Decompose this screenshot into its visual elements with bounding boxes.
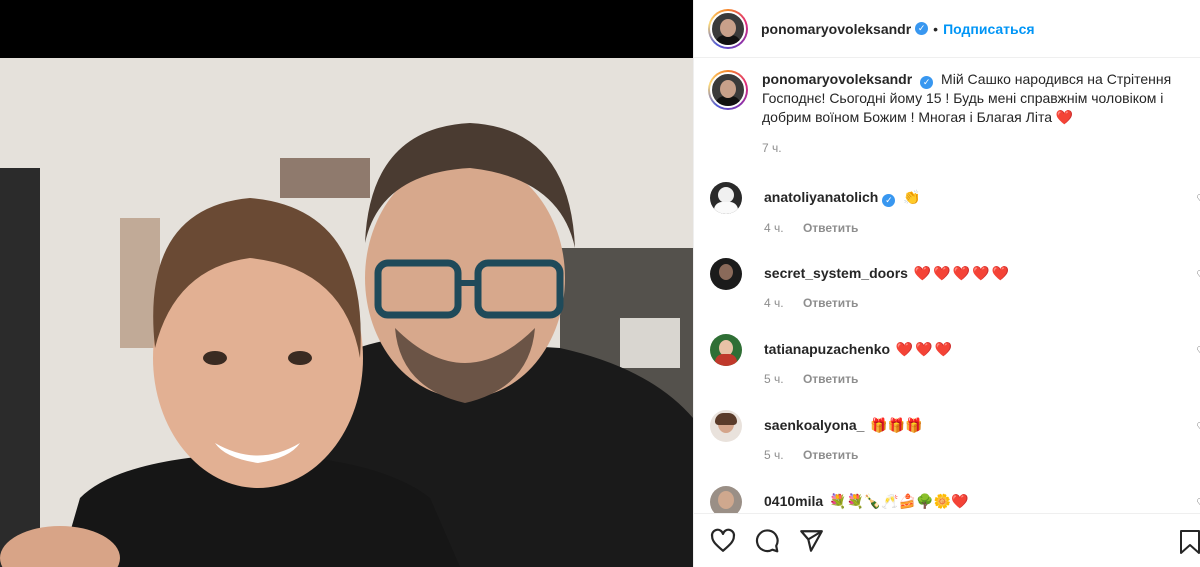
caption-time[interactable]: 7 ч. [762, 141, 782, 155]
post-details-panel: ponomaryovoleksandr ✓ • Подписаться pono… [693, 0, 1200, 567]
author-username[interactable]: ponomaryovoleksandr [761, 21, 911, 37]
comment-like-heart-icon[interactable]: ♡ [1196, 344, 1200, 358]
separator-dot: • [933, 20, 939, 37]
comment-like-heart-icon[interactable]: ♡ [1196, 192, 1200, 206]
comment-avatar[interactable] [710, 486, 742, 513]
comments-list[interactable]: ponomaryovoleksandr ✓ Мій Сашко народився… [694, 58, 1200, 513]
caption-heart-emoji: ❤️ [1055, 109, 1076, 125]
post-actions-bar [694, 513, 1200, 567]
comment-time[interactable]: 4 ч. [764, 296, 784, 310]
reply-button[interactable]: Ответить [803, 448, 858, 462]
comment-text: 👏 [903, 189, 921, 205]
comment-avatar[interactable] [710, 258, 742, 290]
comment-item: 0410mila 💐💐🍾🥂🍰🌳🌼❤️ ♡ [710, 486, 1200, 513]
caption-text: ponomaryovoleksandr ✓ Мій Сашко народився… [762, 70, 1192, 127]
comment-item: secret_system_doors ❤️❤️❤️❤️❤️ 4 ч. Отве… [710, 258, 1200, 310]
verified-badge-icon: ✓ [915, 22, 929, 35]
author-avatar[interactable] [708, 8, 748, 49]
post-header: ponomaryovoleksandr ✓ • Подписаться [694, 0, 1200, 58]
comment-text: ❤️❤️❤️❤️❤️ [913, 265, 1012, 281]
comment-username[interactable]: 0410mila [764, 493, 823, 509]
verified-badge-icon: ✓ [882, 194, 896, 207]
comment-time[interactable]: 5 ч. [764, 448, 784, 462]
heart-icon[interactable] [710, 528, 736, 554]
comment-item: tatianapuzachenko ❤️❤️❤️ 5 ч. Ответить ♡ [710, 334, 1200, 386]
reply-button[interactable]: Ответить [803, 221, 858, 235]
comment-avatar[interactable] [710, 182, 742, 214]
comment-like-heart-icon[interactable]: ♡ [1196, 420, 1200, 434]
comment-text: 🎁🎁🎁 [870, 417, 923, 433]
verified-badge-icon: ✓ [920, 76, 934, 89]
caption-author-avatar[interactable] [708, 70, 748, 110]
caption-username[interactable]: ponomaryovoleksandr [762, 71, 912, 87]
comment-like-heart-icon[interactable]: ♡ [1196, 268, 1200, 282]
comment-item: anatoliyanatolich ✓ 👏 4 ч. Ответить ♡ [710, 182, 1200, 235]
post-photo[interactable] [0, 58, 693, 567]
comment-time[interactable]: 5 ч. [764, 372, 784, 386]
post-media-panel [0, 0, 693, 567]
comment-time[interactable]: 4 ч. [764, 221, 784, 235]
comment-text: 💐💐🍾🥂🍰🌳🌼❤️ [829, 493, 969, 509]
comment-username[interactable]: saenkoalyona_ [764, 417, 864, 433]
share-icon[interactable] [798, 528, 824, 554]
comment-like-heart-icon[interactable]: ♡ [1196, 496, 1200, 510]
post-caption: ponomaryovoleksandr ✓ Мій Сашко народився… [708, 70, 1198, 155]
follow-button[interactable]: Подписаться [943, 21, 1035, 37]
comment-username[interactable]: secret_system_doors [764, 265, 908, 281]
comment-text: ❤️❤️❤️ [895, 341, 955, 357]
comment-username[interactable]: anatoliyanatolich [764, 189, 878, 205]
bookmark-icon[interactable] [1179, 529, 1200, 555]
photo-illustration [0, 58, 693, 567]
reply-button[interactable]: Ответить [803, 372, 858, 386]
comment-item: saenkoalyona_ 🎁🎁🎁 5 ч. Ответить ♡ [710, 410, 1200, 462]
comment-username[interactable]: tatianapuzachenko [764, 341, 890, 357]
comment-avatar[interactable] [710, 334, 742, 366]
comment-icon[interactable] [754, 528, 780, 554]
reply-button[interactable]: Ответить [803, 296, 858, 310]
comment-avatar[interactable] [710, 410, 742, 442]
